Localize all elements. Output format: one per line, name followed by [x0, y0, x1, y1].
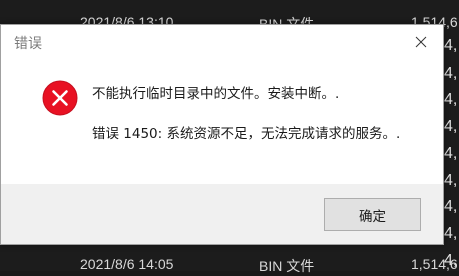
file-size-fragment: 4, [444, 145, 458, 162]
file-type: BIN 文件 [259, 258, 315, 274]
file-size-fragment: 4, [444, 252, 458, 269]
file-size-fragment: 4, [444, 37, 458, 54]
dialog-titlebar[interactable]: 错误 [1, 25, 443, 59]
error-code-message: 错误 1450: 系统资源不足，无法完成请求的服务。. [92, 126, 401, 142]
error-icon [42, 80, 78, 116]
error-message: 不能执行临时目录中的文件。安装中断。. [92, 86, 340, 102]
file-size-fragment: 4, [444, 91, 458, 108]
file-size-fragment: 4, [444, 65, 458, 82]
dialog-title: 错误 [14, 36, 42, 52]
error-dialog: 错误 不能执行临时目录中的文件。安装中断。. 错误 1450: 系统资源不足，无… [0, 24, 444, 245]
file-size-fragment: 4, [444, 198, 458, 215]
list-item[interactable]: 2021/8/6 14:05 BIN 文件 1,514,6 [0, 256, 459, 276]
close-button[interactable] [399, 25, 443, 59]
background-size-column: 4, 4, 4, 4, 4, 4, 4, 4, 4, [444, 0, 459, 271]
file-size-fragment: 4, [444, 172, 458, 189]
ok-button[interactable]: 确定 [324, 198, 421, 231]
file-date: 2021/8/6 14:05 [80, 256, 174, 272]
file-size-fragment: 4, [444, 118, 458, 135]
file-size-fragment: 4, [444, 225, 458, 242]
close-icon [415, 36, 427, 48]
